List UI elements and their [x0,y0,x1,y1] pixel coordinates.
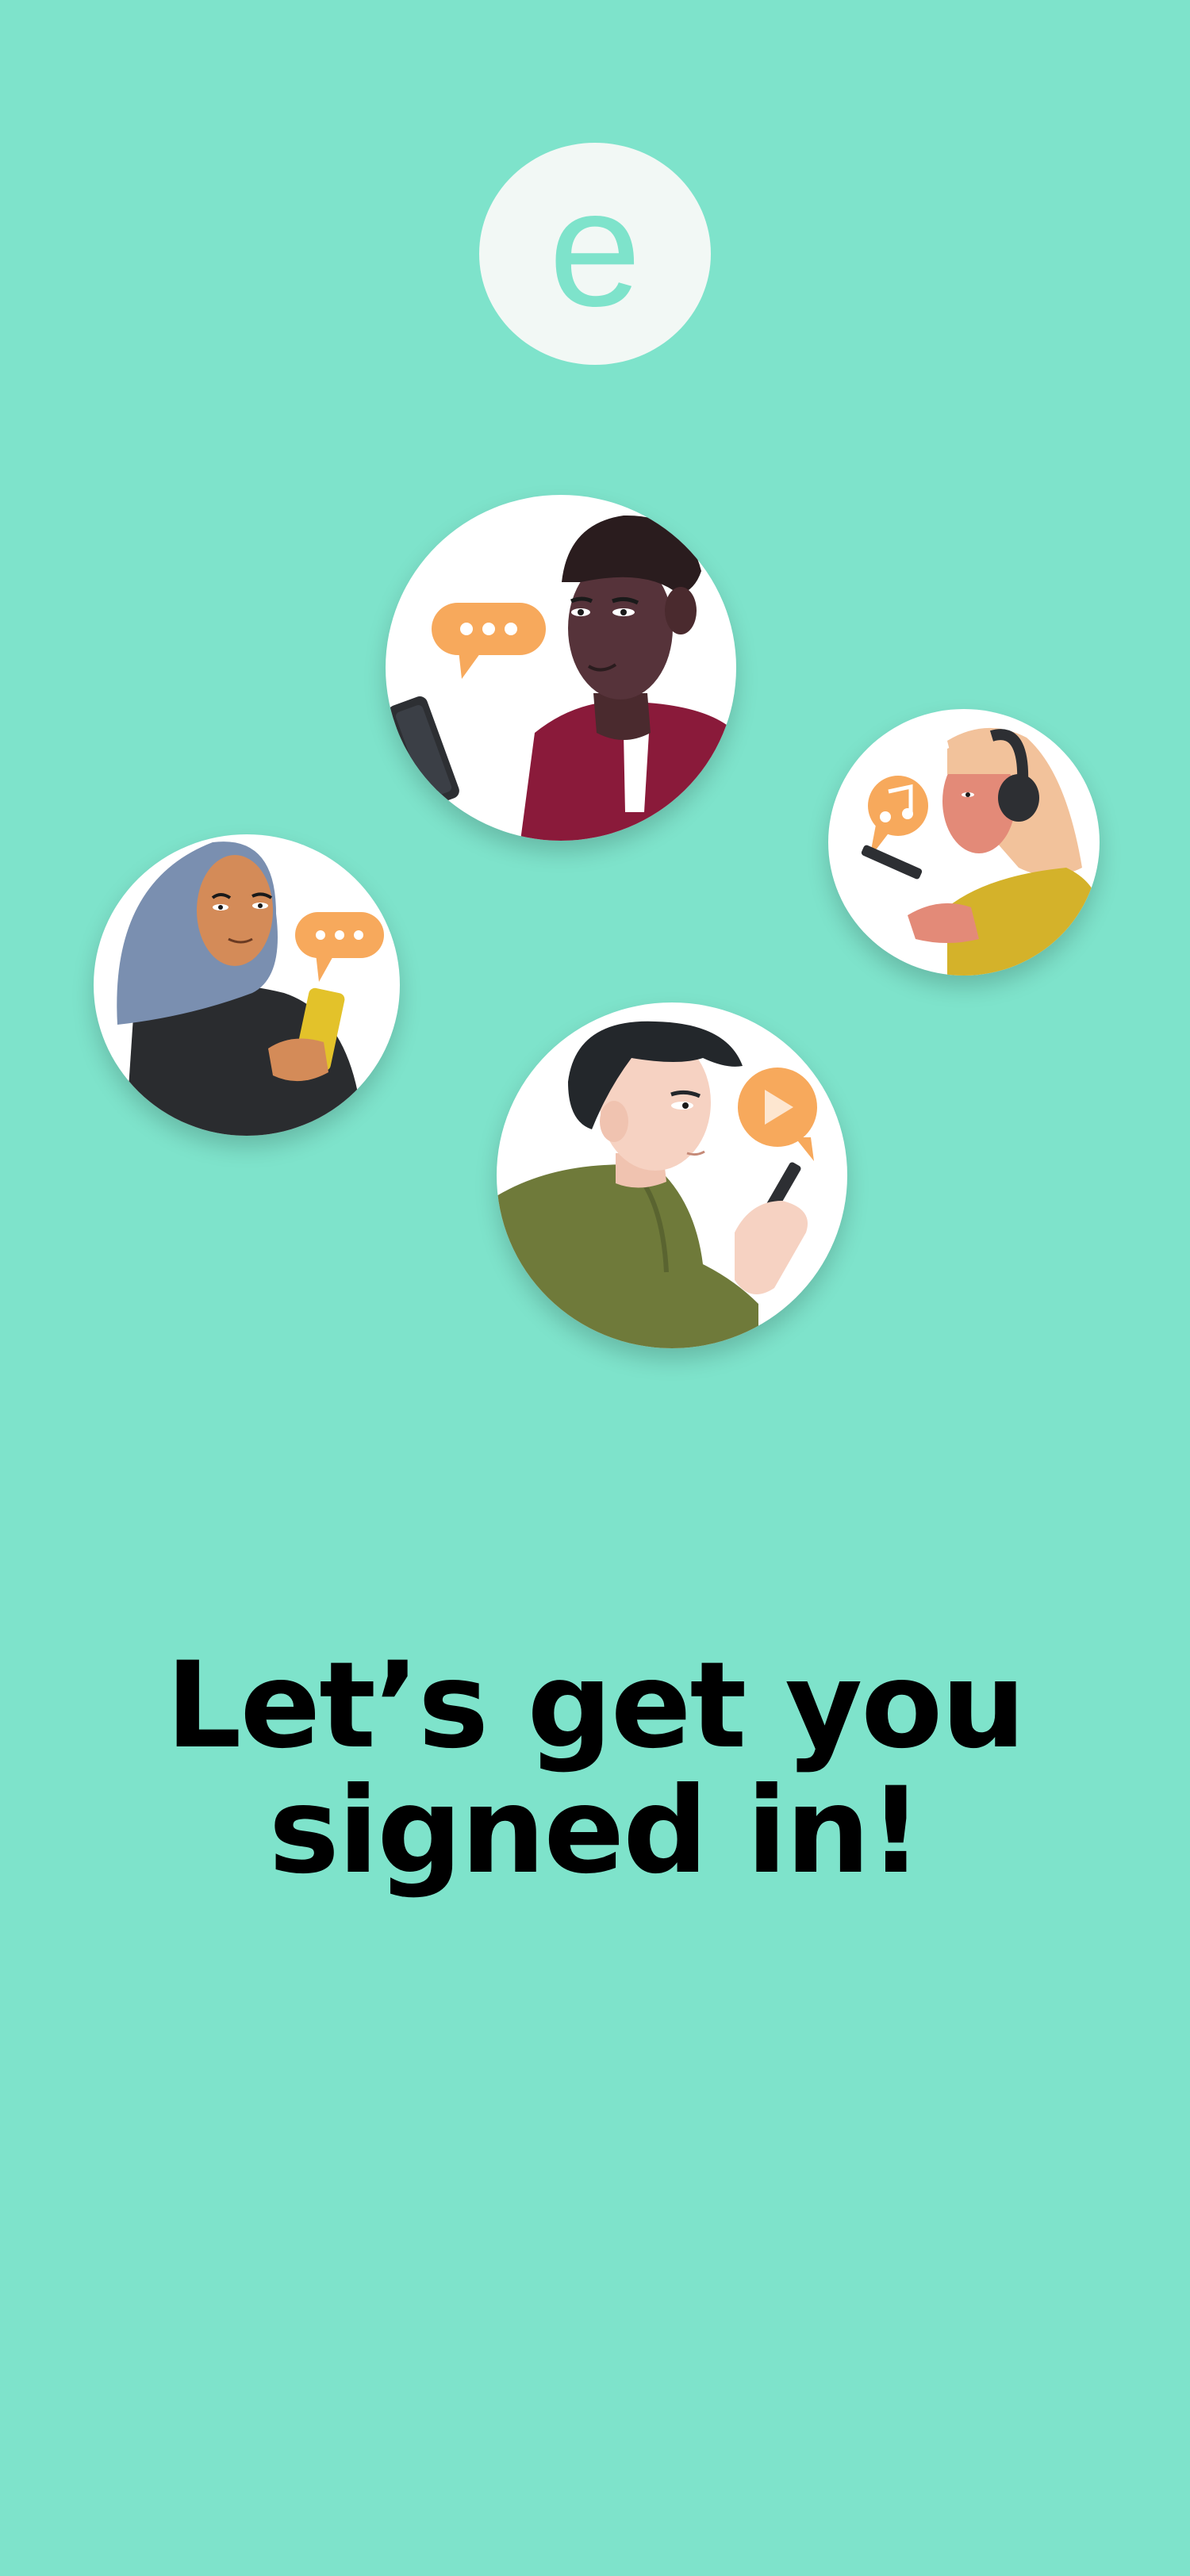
illustration-woman-music [828,709,1100,976]
headline-line-1: Let’s get you [165,1637,1026,1775]
woman-music-illustration [861,727,1100,976]
illustration-woman-hijab-chat [94,834,400,1136]
man-video-illustration [497,1021,817,1348]
illustration-man-chat [386,495,736,841]
illustration-man-video [497,1002,847,1348]
app-logo: e [479,143,711,365]
play-icon [738,1068,817,1161]
music-note-icon [868,776,928,858]
chat-dots-icon [295,912,384,982]
logo-letter: e [548,155,642,341]
chat-dots-icon [432,603,546,679]
signin-headline: Let’s get you signed in! [0,1643,1190,1894]
woman-hijab-chat-illustration [117,841,384,1136]
headline-line-2: signed in! [268,1762,923,1900]
man-chat-illustration [386,515,736,841]
